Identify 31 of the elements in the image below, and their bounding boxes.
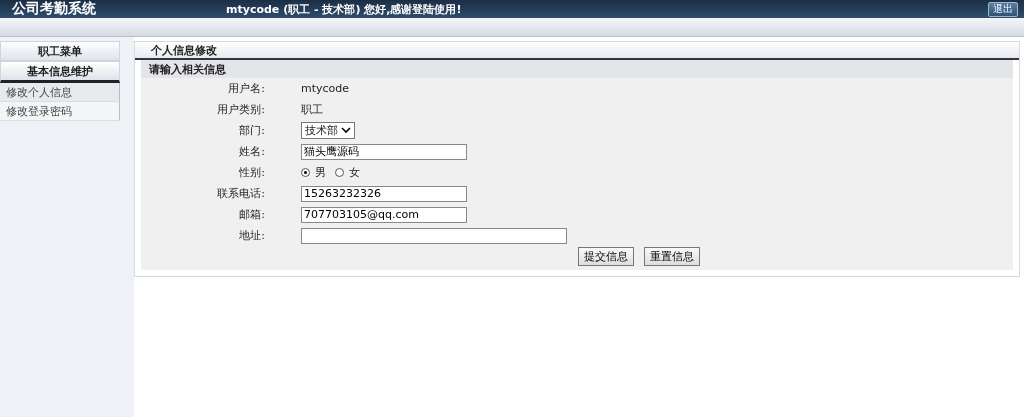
welcome-text: mtycode (职工 - 技术部) 您好,感谢登陆使用! (226, 1, 463, 17)
sidebar-item[interactable]: 修改登录密码 (0, 102, 120, 121)
radio-label: 男 (315, 165, 326, 180)
panel-title: 个人信息修改 (135, 42, 1019, 60)
app-title: 公司考勤系统 (12, 0, 97, 18)
field-label: 部门: (238, 123, 265, 138)
input-field[interactable]: 15263232326 (301, 185, 467, 202)
input-field[interactable]: 猫头鹰源码 (301, 143, 467, 160)
radio-button[interactable] (335, 168, 344, 177)
field-label: 用户名: (227, 81, 265, 96)
input-field[interactable] (301, 227, 567, 244)
field-value: 职工 (301, 102, 323, 117)
form-subtitle: 请输入相关信息 (141, 60, 1013, 78)
logout-button[interactable]: 退出 (988, 1, 1018, 17)
department-select[interactable]: 技术部 (301, 122, 355, 139)
field-label: 地址: (238, 228, 265, 243)
radio-button[interactable] (301, 168, 310, 177)
field-value: mtycode (301, 82, 350, 95)
field-label: 性别: (238, 165, 265, 180)
form-button[interactable]: 提交信息 (578, 247, 634, 266)
field-label: 姓名: (238, 144, 265, 159)
sidebar-title: 职工菜单 (0, 41, 120, 61)
sidebar-section[interactable]: 基本信息维护 (0, 61, 120, 83)
radio-label: 女 (349, 165, 360, 180)
form-button[interactable]: 重置信息 (644, 247, 700, 266)
input-field[interactable]: 707703105@qq.com (301, 206, 467, 223)
field-label: 邮箱: (238, 207, 265, 222)
sidebar-item[interactable]: 修改个人信息 (0, 83, 120, 102)
field-label: 用户类别: (216, 102, 265, 117)
field-label: 联系电话: (216, 186, 265, 201)
dropdown-caret-icon (341, 127, 351, 134)
